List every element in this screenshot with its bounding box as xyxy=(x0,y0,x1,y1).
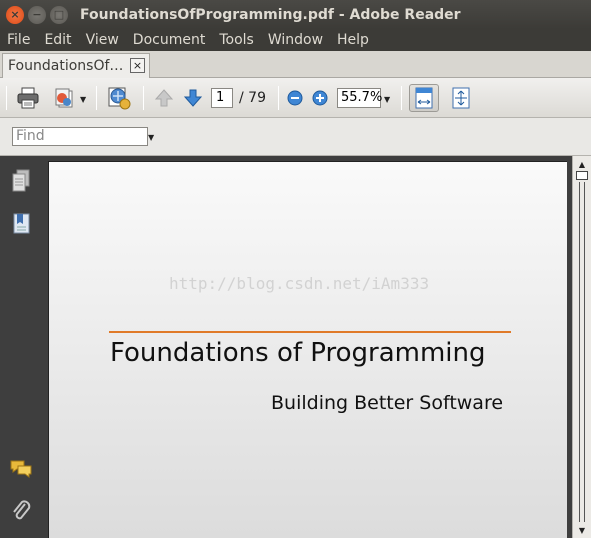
menu-bar: File Edit View Document Tools Window Hel… xyxy=(0,29,591,51)
document-tab-bar: FoundationsOf… × xyxy=(0,51,591,78)
previous-page-button[interactable] xyxy=(152,86,176,110)
fit-page-icon xyxy=(452,87,470,109)
zoom-in-icon xyxy=(312,90,328,106)
comments-icon xyxy=(10,460,32,478)
print-button[interactable] xyxy=(14,86,42,110)
scroll-thumb[interactable] xyxy=(576,171,588,180)
navigation-panel xyxy=(0,156,42,538)
fit-width-icon xyxy=(415,87,433,109)
toolbar-separator xyxy=(96,86,97,110)
fit-width-button[interactable] xyxy=(409,84,439,112)
collaborate-icon xyxy=(108,87,131,110)
minimize-window-button[interactable]: − xyxy=(28,5,46,24)
attachments-panel-button[interactable] xyxy=(8,498,34,524)
window-title-bar: × − □ FoundationsOfProgramming.pdf - Ado… xyxy=(0,0,591,29)
bookmarks-panel-button[interactable] xyxy=(8,211,34,237)
printer-icon xyxy=(17,87,39,109)
document-subtitle: Building Better Software xyxy=(271,392,504,414)
zoom-level-input[interactable]: 55.7% xyxy=(337,88,382,108)
scroll-track[interactable] xyxy=(579,182,585,522)
window-controls: × − □ xyxy=(6,5,68,24)
document-title: Foundations of Programming xyxy=(110,338,486,368)
title-rule xyxy=(109,331,511,333)
menu-window[interactable]: Window xyxy=(261,29,330,51)
find-bar: Find ▼ xyxy=(0,118,591,156)
toolbar-separator xyxy=(401,86,402,110)
zoom-in-button[interactable] xyxy=(311,86,329,110)
attachments-icon xyxy=(13,500,31,520)
share-button[interactable] xyxy=(52,86,76,110)
zoom-out-button[interactable] xyxy=(286,86,304,110)
close-window-button[interactable]: × xyxy=(6,5,24,24)
menu-view[interactable]: View xyxy=(79,29,126,51)
scroll-up-arrow[interactable]: ▲ xyxy=(575,158,589,170)
menu-edit[interactable]: Edit xyxy=(37,29,78,51)
share-icon xyxy=(55,88,73,108)
menu-file[interactable]: File xyxy=(0,29,37,51)
tab-close-button[interactable]: × xyxy=(130,58,145,73)
menu-help[interactable]: Help xyxy=(330,29,376,51)
maximize-window-button[interactable]: □ xyxy=(50,5,68,24)
pages-panel-button[interactable] xyxy=(8,168,34,194)
collaborate-button[interactable] xyxy=(104,86,134,110)
vertical-scrollbar[interactable]: ▲ ▼ xyxy=(572,156,591,538)
next-page-button[interactable] xyxy=(181,86,205,110)
document-view[interactable]: http://blog.csdn.net/iAm333 Foundations … xyxy=(42,156,572,538)
page-number-input[interactable]: 1 xyxy=(211,88,233,108)
comments-panel-button[interactable] xyxy=(8,456,34,482)
window-title: FoundationsOfProgramming.pdf - Adobe Rea… xyxy=(80,6,461,23)
find-dropdown-arrow[interactable]: ▼ xyxy=(148,133,154,142)
document-tab-label: FoundationsOf… xyxy=(8,58,124,74)
share-dropdown-arrow[interactable]: ▼ xyxy=(80,95,86,104)
pdf-page: http://blog.csdn.net/iAm333 Foundations … xyxy=(48,161,567,538)
arrow-down-icon xyxy=(183,89,203,107)
document-tab[interactable]: FoundationsOf… × xyxy=(2,53,150,78)
zoom-out-icon xyxy=(287,90,303,106)
toolbar-separator xyxy=(278,86,279,110)
toolbar-separator xyxy=(143,86,144,110)
find-input[interactable]: Find xyxy=(12,127,148,146)
main-toolbar: ▼ 1 / 79 55.7% ▼ xyxy=(0,78,591,118)
arrow-up-icon xyxy=(154,89,174,107)
menu-tools[interactable]: Tools xyxy=(212,29,261,51)
fit-page-button[interactable] xyxy=(448,86,474,110)
page-total-label: / 79 xyxy=(239,90,266,106)
scroll-down-arrow[interactable]: ▼ xyxy=(575,524,589,536)
pages-icon xyxy=(12,169,30,192)
bookmarks-icon xyxy=(13,213,30,234)
page-watermark: http://blog.csdn.net/iAm333 xyxy=(169,274,430,293)
toolbar-grip xyxy=(6,86,7,110)
zoom-dropdown-arrow[interactable]: ▼ xyxy=(384,95,390,104)
menu-document[interactable]: Document xyxy=(126,29,213,51)
